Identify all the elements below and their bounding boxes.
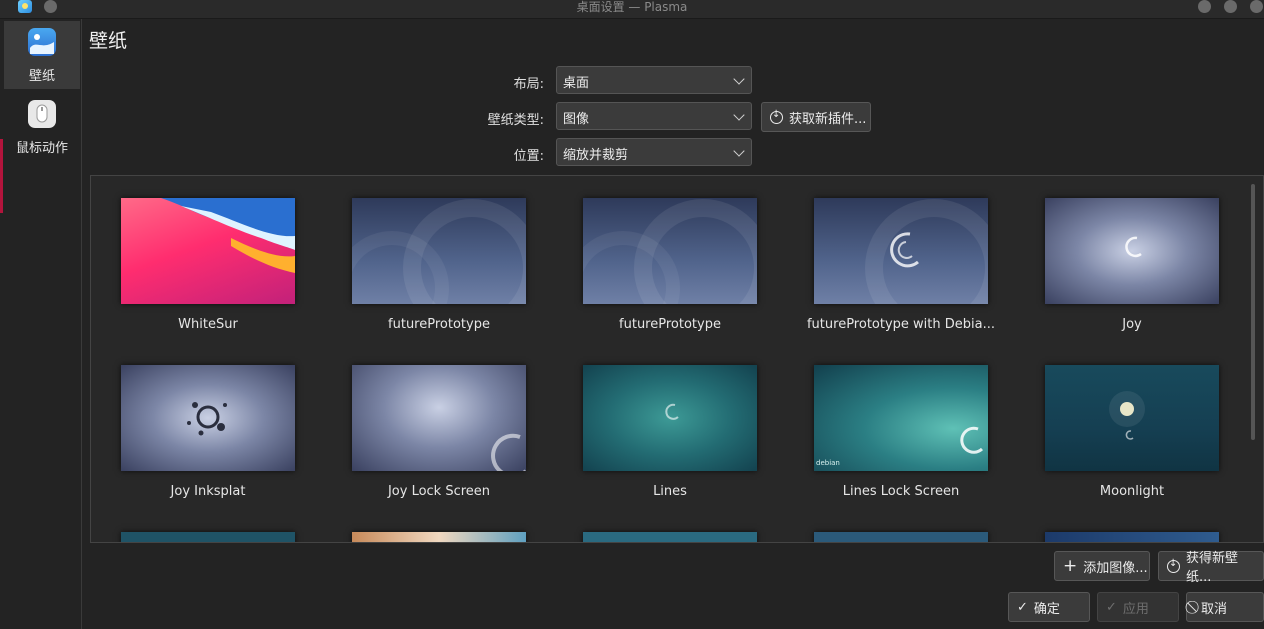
debian-mark: debian — [816, 459, 840, 467]
plus-icon: + — [1063, 555, 1078, 576]
chevron-down-icon — [733, 145, 745, 157]
wallpaper-thumbnail — [1045, 198, 1219, 304]
add-image-label: 添加图像... — [1083, 560, 1148, 576]
wallpaper-thumbnail — [121, 532, 295, 542]
wallpaper-name: futurePrototype with Debia... — [806, 317, 995, 332]
get-new-plugins-button[interactable]: 获取新插件... — [761, 102, 871, 132]
sidebar-item-label: 鼠标动作 — [15, 141, 68, 156]
sidebar: 壁纸 鼠标动作 — [0, 19, 82, 629]
position-value: 缩放并裁剪 — [563, 148, 629, 163]
wallpaper-thumbnail — [352, 532, 526, 542]
grid-scrollbar[interactable] — [1251, 184, 1255, 440]
wallpaper-type-label: 壁纸类型: — [487, 113, 544, 128]
mouse-icon — [28, 100, 56, 128]
layout-label: 布局: — [513, 77, 544, 92]
position-select[interactable]: 缩放并裁剪 — [556, 138, 752, 166]
wallpaper-grid[interactable]: WhiteSur futurePrototype futurePrototype… — [90, 175, 1264, 543]
ok-button[interactable]: ✓ 确定 — [1008, 592, 1090, 622]
wallpaper-thumbnail — [583, 532, 757, 542]
minimize-button[interactable] — [1198, 0, 1211, 13]
wallpaper-thumbnail — [583, 365, 757, 471]
wallpaper-thumbnail — [814, 198, 988, 304]
wallpaper-thumbnail: debian — [814, 365, 988, 471]
wallpaper-name: Joy — [1122, 317, 1142, 332]
get-new-wallpapers-button[interactable]: 获得新壁纸... — [1158, 551, 1264, 585]
ok-label: 确定 — [1033, 601, 1060, 617]
wallpaper-thumbnail — [583, 198, 757, 304]
layout-value: 桌面 — [563, 76, 590, 91]
wallpaper-thumbnail — [814, 532, 988, 542]
wallpaper-type-value: 图像 — [563, 112, 590, 127]
title-bar: 桌面设置 — Plasma — [0, 0, 1264, 19]
wallpaper-name: futurePrototype — [388, 317, 490, 332]
chevron-down-icon — [733, 73, 745, 85]
wallpaper-name: futurePrototype — [619, 317, 721, 332]
cancel-button[interactable]: ⃠ 取消 — [1186, 592, 1264, 622]
add-image-button[interactable]: + 添加图像... — [1054, 551, 1150, 581]
page-title: 壁纸 — [89, 30, 128, 52]
apply-button[interactable]: ✓ 应用 — [1097, 592, 1179, 622]
maximize-button[interactable] — [1224, 0, 1237, 13]
wallpaper-icon — [28, 28, 56, 56]
checkmark-icon: ✓ — [1106, 599, 1117, 615]
window-title: 桌面设置 — Plasma — [576, 0, 688, 14]
layout-select[interactable]: 桌面 — [556, 66, 752, 94]
wallpaper-name: Lines — [653, 484, 687, 499]
sidebar-item-label: 壁纸 — [28, 69, 55, 84]
wallpaper-thumbnail — [1045, 532, 1219, 542]
wallpaper-thumbnail — [1045, 365, 1219, 471]
wallpaper-thumbnail — [121, 198, 295, 304]
wallpaper-name: WhiteSur — [178, 317, 238, 332]
wallpaper-name: Lines Lock Screen — [842, 484, 960, 499]
get-new-wallpapers-label: 获得新壁纸... — [1185, 551, 1238, 585]
wallpaper-name: Moonlight — [1099, 484, 1165, 499]
cancel-label: 取消 — [1201, 601, 1228, 617]
get-new-plugins-label: 获取新插件... — [789, 111, 867, 127]
checkmark-icon: ✓ — [1017, 599, 1028, 615]
wallpaper-name: Joy Inksplat — [170, 484, 246, 499]
wallpaper-thumbnail — [352, 365, 526, 471]
sidebar-accent — [0, 139, 3, 213]
sidebar-item-wallpaper[interactable]: 壁纸 — [4, 21, 80, 89]
wallpaper-thumbnail — [352, 198, 526, 304]
download-icon — [770, 109, 783, 124]
wallpaper-name: Joy Lock Screen — [387, 484, 491, 499]
chevron-down-icon — [733, 109, 745, 121]
sidebar-item-mouse-actions[interactable]: 鼠标动作 — [4, 93, 80, 161]
wallpaper-thumbnail — [121, 365, 295, 471]
position-label: 位置: — [513, 149, 544, 164]
download-icon — [1167, 558, 1180, 573]
apply-label: 应用 — [1122, 601, 1149, 617]
close-button[interactable] — [1250, 0, 1263, 13]
wallpaper-type-select[interactable]: 图像 — [556, 102, 752, 130]
